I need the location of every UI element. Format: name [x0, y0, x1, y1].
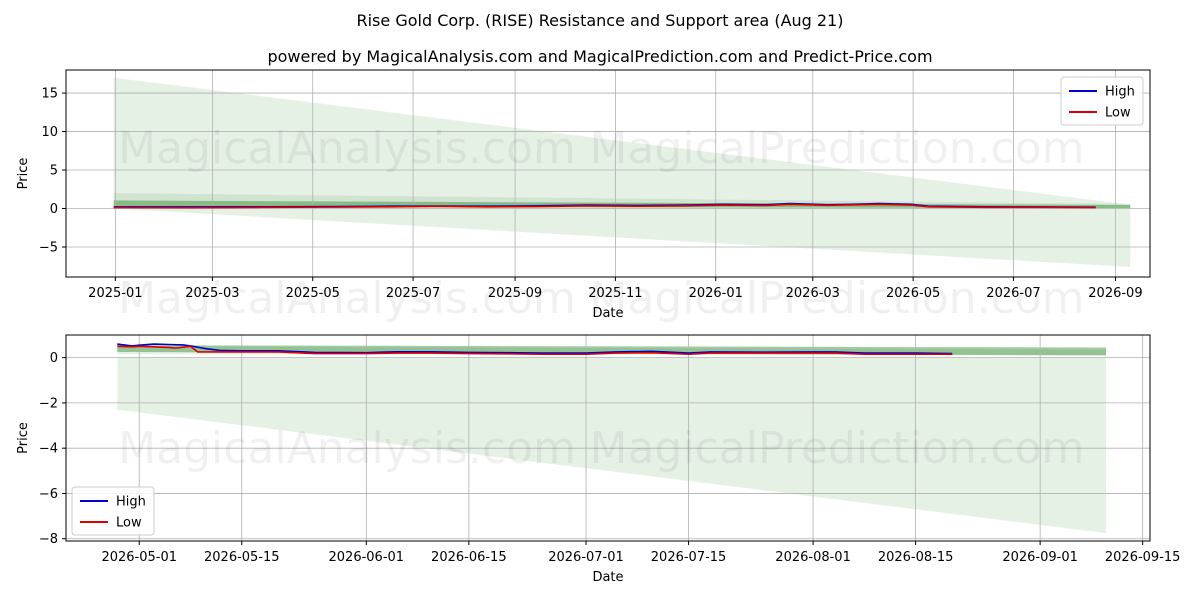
watermark-left-bottom: MagicalAnalysis.com [118, 423, 576, 474]
bottom-x-tick-label: 2026-08-15 [878, 550, 954, 565]
bottom-x-tick-label: 2026-06-01 [329, 550, 405, 565]
bottom-x-tick-label: 2026-05-15 [204, 550, 280, 565]
top-y-tick-label: 5 [50, 164, 58, 179]
chart-title: Rise Gold Corp. (RISE) Resistance and Su… [356, 11, 843, 30]
watermark-right-top: MagicalPrediction.com [590, 123, 1085, 174]
bottom-legend-label-high: High [116, 495, 146, 510]
watermark-left-middle: MagicalAnalysis.com [118, 273, 576, 324]
chart-figure: Rise Gold Corp. (RISE) Resistance and Su… [16, 11, 1181, 585]
bottom-legend: High Low [71, 486, 155, 536]
top-x-tick-label: 2026-09 [1088, 286, 1142, 301]
top-y-tick-label: −5 [39, 240, 58, 255]
bottom-legend-label-low: Low [116, 516, 142, 531]
bottom-x-tick-label: 2026-09-15 [1105, 550, 1181, 565]
bottom-y-axis-label: Price [16, 422, 31, 454]
bottom-x-tick-label: 2026-09-01 [1002, 550, 1078, 565]
watermark-left-top: MagicalAnalysis.com [118, 123, 576, 174]
bottom-y-tick-label: −2 [39, 396, 58, 411]
chart-subtitle: powered by MagicalAnalysis.com and Magic… [267, 47, 932, 66]
bottom-y-tick-label: −4 [39, 442, 58, 457]
top-y-tick-label: 0 [50, 202, 58, 217]
bottom-x-tick-label: 2026-07-01 [548, 550, 624, 565]
bottom-y-tick-label: −8 [39, 532, 58, 547]
bottom-x-tick-label: 2026-05-01 [101, 550, 177, 565]
bottom-x-tick-label: 2026-08-01 [775, 550, 851, 565]
top-legend-label-low: Low [1105, 106, 1131, 121]
top-y-tick-label: 15 [41, 87, 58, 102]
watermark-right-bottom: MagicalPrediction.com [590, 423, 1085, 474]
bottom-x-axis-label: Date [592, 570, 623, 585]
bottom-x-tick-label: 2026-06-15 [431, 550, 507, 565]
top-legend: High Low [1060, 76, 1144, 126]
top-y-tick-label: 10 [41, 125, 58, 140]
bottom-x-tick-label: 2026-07-15 [651, 550, 727, 565]
top-legend-label-high: High [1105, 85, 1135, 100]
bottom-y-tick-label: 0 [50, 351, 58, 366]
top-y-axis-label: Price [16, 158, 31, 190]
bottom-y-tick-label: −6 [39, 487, 58, 502]
watermark-right-middle: MagicalPrediction.com [590, 273, 1085, 324]
